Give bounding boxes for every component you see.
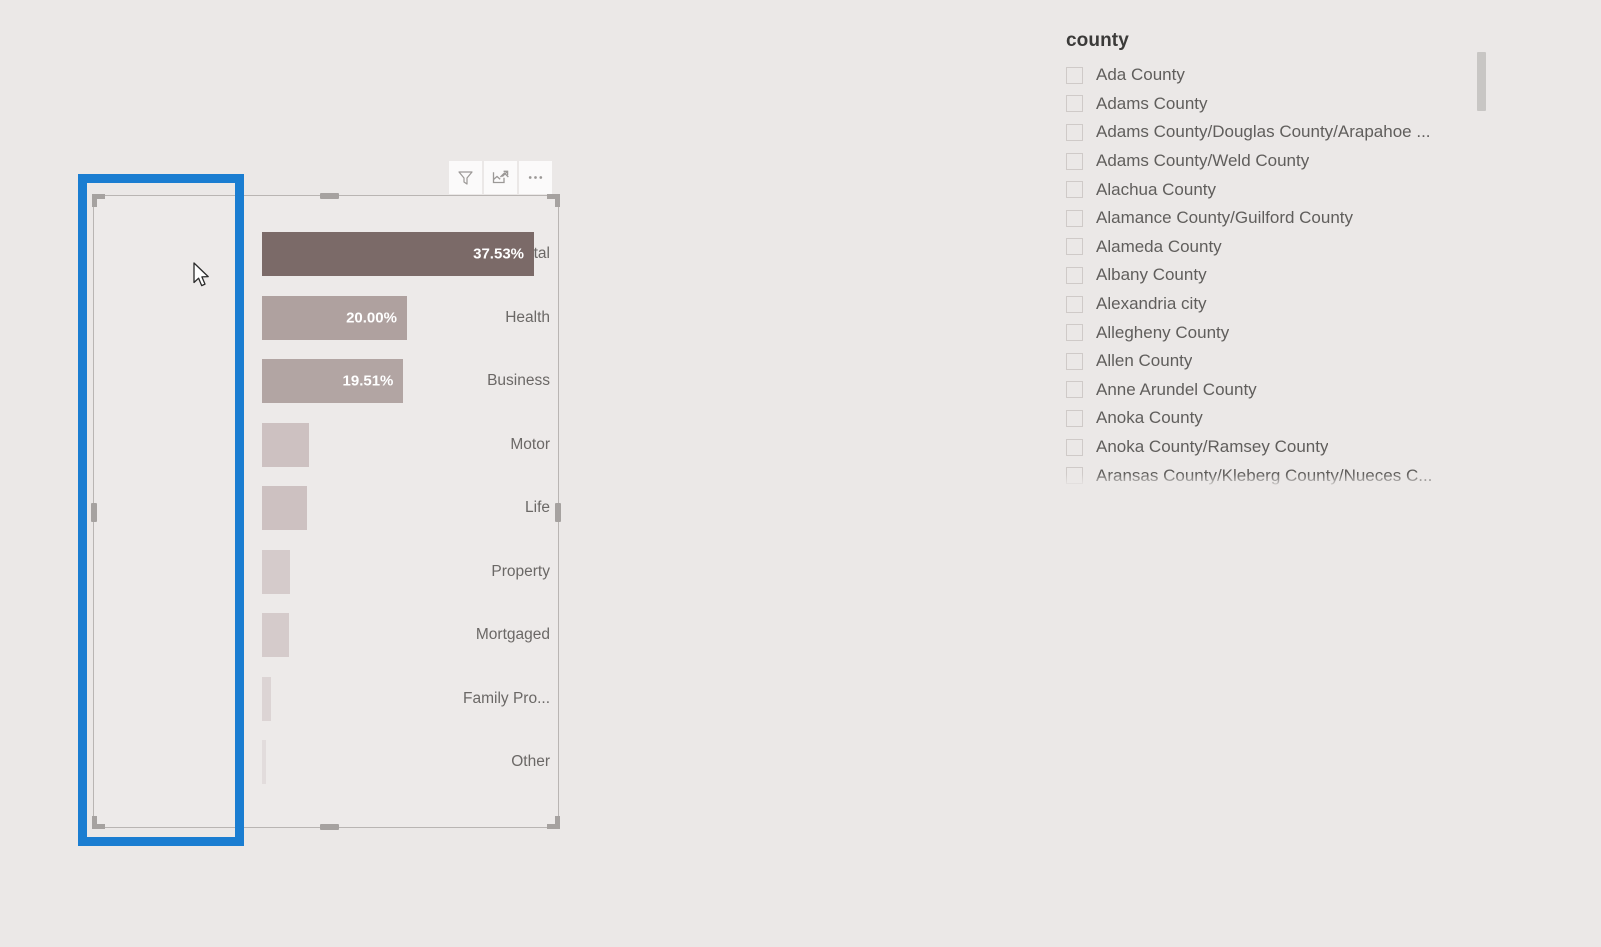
resize-handle-bottom-right[interactable]: [547, 816, 560, 829]
slicer-item-label: Aransas County/Kleberg County/Nueces C..…: [1096, 465, 1433, 485]
focus-mode-button[interactable]: [484, 161, 517, 194]
slicer-item[interactable]: Anoka County/Ramsey County: [1066, 433, 1496, 462]
chart-bar-row[interactable]: Life: [94, 486, 558, 530]
slicer-item-label: Albany County: [1096, 265, 1207, 285]
slicer-item[interactable]: Adams County/Weld County: [1066, 147, 1496, 176]
slicer-title: county: [1066, 30, 1129, 51]
checkbox-icon[interactable]: [1066, 381, 1083, 399]
chart-bar[interactable]: [262, 422, 310, 467]
slicer-item[interactable]: Allen County: [1066, 347, 1496, 376]
slicer-item[interactable]: Alachua County: [1066, 175, 1496, 204]
visual-header-toolbar[interactable]: [449, 161, 552, 194]
slicer-item[interactable]: Anne Arundel County: [1066, 376, 1496, 405]
resize-handle-top-right[interactable]: [547, 194, 560, 207]
slicer-item-label: Anne Arundel County: [1096, 379, 1257, 399]
slicer-item-label: Adams County/Douglas County/Arapahoe ...: [1096, 122, 1431, 142]
checkbox-icon[interactable]: [1066, 324, 1083, 342]
chart-bar-row[interactable]: Health 20.00%: [94, 295, 558, 340]
checkbox-icon[interactable]: [1066, 352, 1083, 370]
chart-bar-row[interactable]: Mortgaged: [94, 613, 558, 657]
slicer-scrollbar[interactable]: [1477, 52, 1486, 472]
slicer-item-label: Ada County: [1096, 65, 1185, 85]
category-axis-label: Health: [505, 308, 550, 326]
slicer-item-label: Adams County/Weld County: [1096, 151, 1310, 171]
checkbox-icon[interactable]: [1066, 467, 1083, 485]
filter-button[interactable]: [449, 161, 482, 194]
category-axis-label: Business: [487, 372, 550, 389]
slicer-item[interactable]: Aransas County/Kleberg County/Nueces C..…: [1066, 461, 1496, 490]
more-options-button[interactable]: [519, 161, 552, 194]
slicer-item-label: Anoka County/Ramsey County: [1096, 437, 1329, 457]
slicer-item[interactable]: Anoka County: [1066, 404, 1496, 433]
category-axis-label: Motor: [510, 435, 550, 453]
resize-handle-top-left[interactable]: [92, 194, 105, 207]
slicer-item-label: Alexandria city: [1096, 294, 1207, 314]
checkbox-icon[interactable]: [1066, 95, 1083, 113]
chart-bar-row[interactable]: Motor: [94, 422, 558, 467]
more-options-icon: [526, 168, 545, 187]
bar-value-label: 19.51%: [342, 372, 394, 390]
category-axis-label: Property: [491, 562, 550, 580]
resize-handle-bottom-center[interactable]: [320, 824, 339, 830]
filter-funnel-icon: [456, 168, 475, 187]
checkbox-icon[interactable]: [1066, 409, 1083, 427]
bar-value-label: 37.53%: [473, 245, 524, 263]
slicer-item[interactable]: Alexandria city: [1066, 290, 1496, 319]
checkbox-icon[interactable]: [1066, 438, 1083, 456]
chart-bar[interactable]: [262, 676, 272, 721]
chart-bar[interactable]: 37.53%: [262, 232, 534, 276]
chart-bar[interactable]: 19.51%: [262, 359, 404, 403]
chart-plot-area[interactable]: Capital37.53% Health 20.00% Business 19.51% M…: [94, 196, 558, 827]
slicer-item-label: Alamance County/Guilford County: [1096, 208, 1354, 228]
slicer-item[interactable]: Adams County: [1066, 90, 1496, 119]
chart-bar-row[interactable]: Family Pro...: [94, 676, 558, 721]
chart-bar[interactable]: [262, 613, 289, 657]
slicer-item-label: Anoka County: [1096, 408, 1203, 428]
slicer-item[interactable]: Albany County: [1066, 261, 1496, 290]
checkbox-icon[interactable]: [1066, 295, 1083, 313]
resize-handle-bottom-left[interactable]: [92, 816, 105, 829]
chart-bar-row[interactable]: Capital37.53%: [94, 232, 558, 276]
chart-bar[interactable]: [262, 549, 291, 594]
mouse-cursor: [193, 262, 213, 294]
chart-bar-row[interactable]: Property: [94, 549, 558, 594]
slicer-item-list[interactable]: Ada County Adams County Adams County/Dougl…: [1066, 61, 1496, 501]
chart-bar[interactable]: [262, 740, 267, 784]
checkbox-icon[interactable]: [1066, 266, 1083, 284]
slicer-item-label: Allen County: [1096, 351, 1193, 371]
slicer-item[interactable]: Adams County/Douglas County/Arapahoe ...: [1066, 118, 1496, 147]
checkbox-icon[interactable]: [1066, 66, 1083, 84]
focus-mode-icon: [491, 168, 510, 187]
category-axis-label: Life: [525, 499, 550, 516]
slicer-item[interactable]: Alamance County/Guilford County: [1066, 204, 1496, 233]
category-axis-label: Other: [511, 753, 550, 770]
slicer-item[interactable]: Alameda County: [1066, 233, 1496, 262]
chart-bar-row[interactable]: Business 19.51%: [94, 359, 558, 403]
category-axis-label: Mortgaged: [475, 626, 550, 643]
category-axis-label: Family Pro...: [463, 689, 550, 707]
checkbox-icon[interactable]: [1066, 123, 1083, 141]
county-slicer[interactable]: county Ada County Adams County Adams Count…: [1066, 30, 1496, 492]
checkbox-icon[interactable]: [1066, 181, 1083, 199]
slicer-item-label: Alachua County: [1096, 179, 1217, 199]
bar-chart-visual[interactable]: Capital37.53% Health 20.00% Business 19.51% M…: [91, 193, 561, 830]
slicer-scrollbar-thumb[interactable]: [1477, 52, 1486, 111]
chart-bar-row[interactable]: Other: [94, 740, 558, 784]
chart-bar[interactable]: [262, 486, 307, 530]
checkbox-icon[interactable]: [1066, 152, 1083, 170]
report-canvas[interactable]: Capital37.53% Health 20.00% Business 19.51% M…: [0, 0, 1601, 947]
slicer-item-label: Alameda County: [1096, 236, 1222, 256]
resize-handle-top-center[interactable]: [320, 193, 339, 199]
slicer-item[interactable]: Allegheny County: [1066, 318, 1496, 347]
checkbox-icon[interactable]: [1066, 238, 1083, 256]
bar-value-label: 20.00%: [346, 309, 397, 326]
resize-handle-middle-left[interactable]: [91, 503, 97, 522]
resize-handle-middle-right[interactable]: [555, 503, 561, 522]
checkbox-icon[interactable]: [1066, 209, 1083, 227]
chart-bar[interactable]: 20.00%: [262, 295, 407, 340]
slicer-item-label: Allegheny County: [1096, 322, 1230, 342]
slicer-item-label: Adams County: [1096, 93, 1208, 113]
slicer-item[interactable]: Ada County: [1066, 61, 1496, 90]
